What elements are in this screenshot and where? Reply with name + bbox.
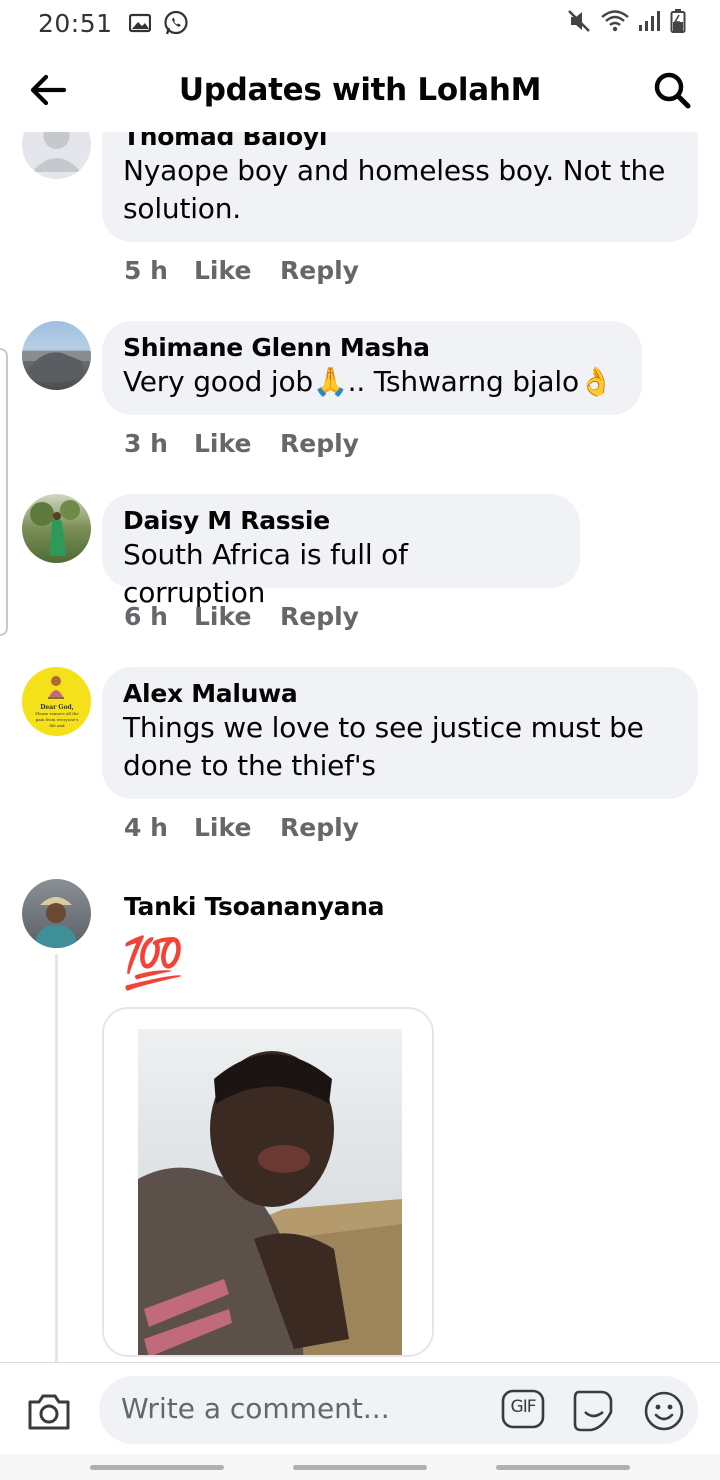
comment-text: South Africa is full of corruption [123,538,408,609]
scroll-indicator [0,348,8,636]
gif-label: GIF [510,1397,537,1417]
comment-time: 3 h [124,429,168,458]
status-bar: 20:51 [0,0,720,46]
comment-time: 4 h [124,813,168,842]
battery-icon [670,9,686,33]
comment-author[interactable]: Alex Maluwa [123,679,676,709]
avatar-default[interactable] [22,132,91,179]
comment-author[interactable]: Tanki Tsoananyana [124,892,385,922]
gallery-icon [128,13,151,33]
avatar-badge[interactable]: Dear God, Please remove all the pain fro… [22,667,91,736]
reply-button[interactable]: Reply [280,256,359,285]
header-bar: Updates with LolahM [0,54,720,126]
emoji-icon[interactable] [643,1390,685,1432]
page-title: Updates with LolahM [178,72,542,108]
comment-bubble[interactable]: Daisy M Rassie South Africa is full of c… [102,494,580,609]
comment-time: 6 h [124,602,168,631]
reply-button[interactable]: Reply [280,602,359,631]
comment-input[interactable]: Write a comment... GIF [99,1376,698,1444]
comment-actions: 4 h Like Reply [124,813,359,842]
system-nav-bar [0,1454,720,1480]
comment-text: Very good job🙏.. Tshwarng bjalo👌 [123,365,614,398]
like-button[interactable]: Like [194,813,280,842]
nav-back-pill[interactable] [496,1465,630,1470]
wifi-icon [601,10,629,32]
nav-recent-pill[interactable] [90,1465,224,1470]
whatsapp-icon [163,10,188,35]
badge-text: Please remove all the pain from everyone… [35,711,79,728]
avatar-photo[interactable] [22,321,91,390]
avatar-photo[interactable] [22,879,91,948]
photo-image [138,1029,402,1355]
mute-icon [568,10,590,32]
status-time: 20:51 [38,8,113,38]
comment-text: Things we love to see justice must be do… [123,711,644,782]
comment-bubble[interactable]: Alex Maluwa Things we love to see justic… [102,667,698,799]
comments-feed[interactable]: Thomad Baloyi Nyaope boy and homeless bo… [0,132,720,1362]
sticker-icon[interactable] [571,1388,615,1432]
comment-composer: Write a comment... GIF [0,1362,720,1454]
default-user-icon [32,132,81,172]
like-button[interactable]: Like [194,256,280,285]
signal-icon [639,11,660,31]
avatar-photo[interactable] [22,494,91,563]
reply-button[interactable]: Reply [280,429,359,458]
comment-placeholder: Write a comment... [121,1392,390,1425]
back-arrow-icon[interactable] [26,68,70,112]
search-icon[interactable] [650,68,694,112]
comment-bubble[interactable]: Shimane Glenn Masha Very good job🙏.. Tsh… [102,321,642,415]
nav-home-pill[interactable] [293,1465,427,1470]
camera-icon[interactable] [26,1389,72,1435]
comment-author[interactable]: Daisy M Rassie [123,506,558,536]
thread-line [55,954,58,1362]
comment-bubble[interactable]: Thomad Baloyi Nyaope boy and homeless bo… [102,132,698,242]
like-button[interactable]: Like [194,602,280,631]
gif-button[interactable]: GIF [501,1389,545,1429]
comment-actions: 5 h Like Reply [124,256,359,285]
hundred-points-emoji: 💯 [122,934,185,992]
comment-actions: 3 h Like Reply [124,429,359,458]
reply-button[interactable]: Reply [280,813,359,842]
comment-actions: 6 h Like Reply [124,602,359,631]
comment-text: Nyaope boy and homeless boy. Not the sol… [123,154,666,225]
comment-time: 5 h [124,256,168,285]
comment-author[interactable]: Shimane Glenn Masha [123,333,620,363]
comment-author[interactable]: Thomad Baloyi [123,132,676,152]
like-button[interactable]: Like [194,429,280,458]
comment-photo[interactable] [102,1007,434,1357]
